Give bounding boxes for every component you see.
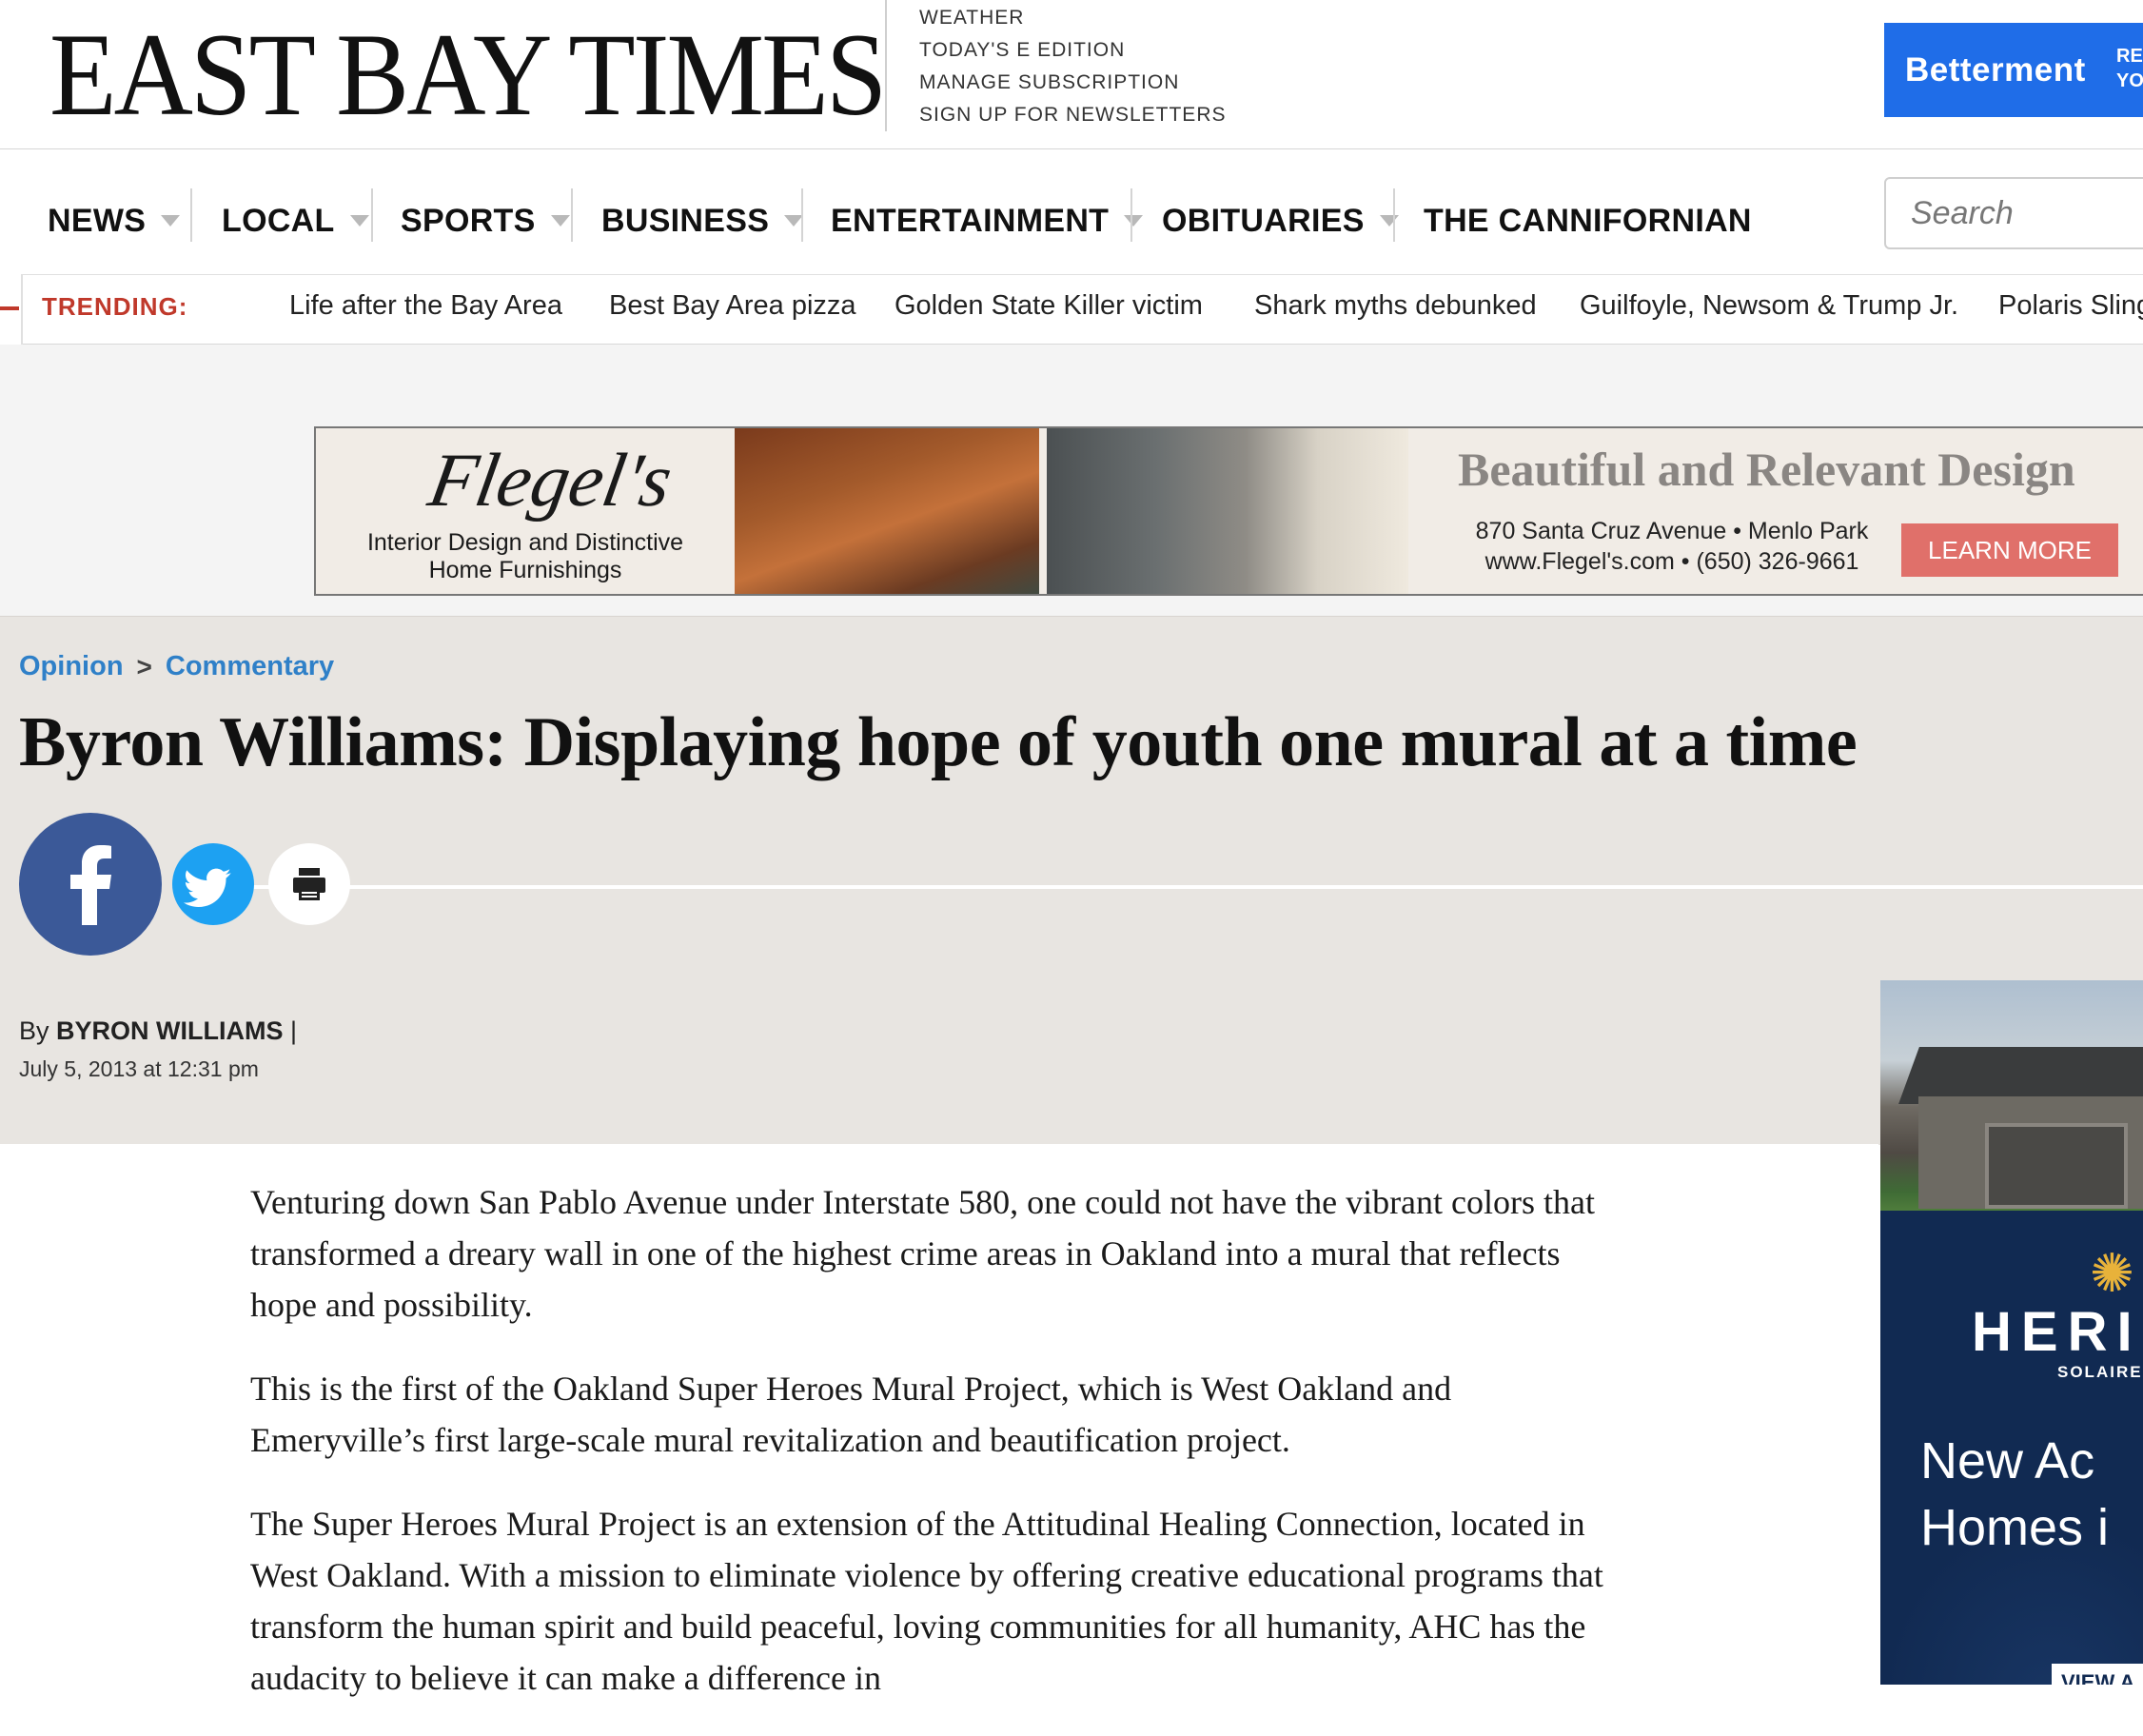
printer-icon [293,868,325,900]
nav-item-news[interactable]: NEWS [48,192,181,249]
betterment-ad-brand: Betterment [1905,51,2086,89]
chevron-down-icon [1379,215,1399,227]
search-input[interactable] [1909,179,2143,247]
nav-divider [801,188,803,242]
article-paragraph: This is the first of the Oakland Super H… [250,1370,1452,1459]
rail-ad-headline-line1: New Ac [1920,1432,2095,1489]
betterment-ad[interactable]: Betterment RE YO [1884,23,2143,117]
ad-address-line1: 870 Santa Cruz Avenue • Menlo Park [1475,518,1869,544]
heritage-rail-ad[interactable]: ✺ HERI SOLAIRE New Ac Homes i VIEW A [1880,980,2143,1685]
chevron-down-icon [161,215,181,227]
article-body: Venturing down San Pablo Avenue under In… [250,1176,1621,1736]
rail-ad-headline-line2: Homes i [1920,1499,2110,1556]
byline: By BYRON WILLIAMS | [19,1016,297,1046]
nav-divider [371,188,373,242]
utility-links: WEATHER TODAY'S E EDITION MANAGE SUBSCRI… [919,2,1227,131]
author-link[interactable]: BYRON WILLIAMS [56,1016,283,1045]
nav-divider [1393,188,1395,242]
article-header: Opinion > Commentary Byron Williams: Dis… [0,616,2143,1145]
sun-logo-icon: ✺ [2090,1243,2134,1303]
nav-item-business[interactable]: BUSINESS [601,192,804,249]
breadcrumb-opinion[interactable]: Opinion [19,651,124,682]
masthead: EAST BAY TIMES WEATHER TODAY'S E EDITION… [0,0,2143,149]
chevron-down-icon [1124,215,1144,227]
rail-ad-headline: New Ac Homes i [1920,1428,2109,1561]
breadcrumb: Opinion > Commentary [19,651,334,682]
byline-separator: | [283,1016,298,1045]
nav-label: OBITUARIES [1162,202,1365,239]
manage-subscription-link[interactable]: MANAGE SUBSCRIPTION [919,67,1227,99]
share-divider [238,885,2143,889]
article-paragraph: The Super Heroes Mural Project is an ext… [250,1505,1603,1697]
house-roof [1898,1047,2143,1104]
dining-room-photo [735,428,1039,594]
ad-address-line2: www.Flegel's.com • (650) 326-9661 [1484,548,1859,575]
nav-item-local[interactable]: LOCAL [222,192,369,249]
betterment-ad-text-line2: YO [2116,70,2143,91]
nav-label: ENTERTAINMENT [831,202,1110,239]
main-nav: NEWS LOCAL SPORTS BUSINESS ENTERTAINMENT… [0,150,2143,274]
nav-item-entertainment[interactable]: ENTERTAINMENT [831,192,1144,249]
nav-item-cannifornian[interactable]: THE CANNIFORNIAN [1424,192,1752,249]
facebook-share-button[interactable] [19,813,162,956]
trending-item[interactable]: Golden State Killer victim [895,290,1203,322]
nav-label: NEWS [48,202,147,239]
twitter-icon [183,868,231,907]
chevron-down-icon [550,215,570,227]
site-logo[interactable]: EAST BAY TIMES [49,13,887,137]
search-box [1884,177,2143,249]
e-edition-link[interactable]: TODAY'S E EDITION [919,34,1227,67]
trending-bar: TRENDING: Life after the Bay Area Best B… [21,274,2143,346]
nav-divider [190,188,192,242]
house-photo [1880,980,2143,1211]
facebook-icon [70,845,111,925]
twitter-share-button[interactable] [172,843,254,925]
trending-accent [0,306,19,310]
masthead-divider [885,0,887,131]
nav-divider [1130,188,1132,242]
living-room-photo [1047,428,1408,594]
nav-item-sports[interactable]: SPORTS [401,192,570,249]
trending-item[interactable]: Shark myths debunked [1254,290,1537,322]
breadcrumb-commentary[interactable]: Commentary [166,651,334,682]
nav-label: BUSINESS [601,202,770,239]
print-button[interactable] [268,843,350,925]
flegels-logo: Flegel's [423,439,678,523]
trending-item[interactable]: Polaris Sling [1998,290,2143,322]
newsletters-link[interactable]: SIGN UP FOR NEWSLETTERS [919,99,1227,131]
article-paragraph: Venturing down San Pablo Avenue under In… [250,1183,1595,1324]
house-garage [1985,1123,2128,1209]
ad-headline: Beautiful and Relevant Design [1458,443,2075,496]
nav-divider [571,188,573,242]
article-body-area: Venturing down San Pablo Avenue under In… [0,1144,1878,1697]
rail-ad-brand: HERI [1972,1301,2142,1363]
ad-band: Flegel's Interior Design and Distinctive… [0,345,2143,616]
nav-label: SPORTS [401,202,536,239]
nav-label: THE CANNIFORNIAN [1424,202,1752,239]
learn-more-button[interactable]: LEARN MORE [1901,523,2118,577]
trending-label: TRENDING: [42,292,188,321]
chevron-right-icon: > [136,651,152,681]
trending-item[interactable]: Life after the Bay Area [289,290,562,322]
flegels-banner-ad[interactable]: Flegel's Interior Design and Distinctive… [314,426,2143,596]
flegels-tagline: Interior Design and Distinctive Home Fur… [366,529,684,583]
ad-address: 870 Santa Cruz Avenue • Menlo Park www.F… [1472,516,1872,577]
publish-date: July 5, 2013 at 12:31 pm [19,1056,259,1081]
nav-label: LOCAL [222,202,335,239]
chevron-down-icon [349,215,369,227]
article-headline: Byron Williams: Displaying hope of youth… [19,703,1858,781]
weather-link[interactable]: WEATHER [919,2,1227,34]
byline-prefix: By [19,1016,57,1045]
trending-item[interactable]: Best Bay Area pizza [609,290,856,322]
betterment-ad-text: RE YO [2116,44,2143,93]
rail-ad-subbrand: SOLAIRE [2057,1363,2143,1381]
betterment-ad-text-line1: RE [2116,46,2143,67]
rail-ad-view-button[interactable]: VIEW A [2052,1664,2143,1685]
trending-item[interactable]: Guilfoyle, Newsom & Trump Jr. [1580,290,1958,322]
nav-item-obituaries[interactable]: OBITUARIES [1162,192,1399,249]
